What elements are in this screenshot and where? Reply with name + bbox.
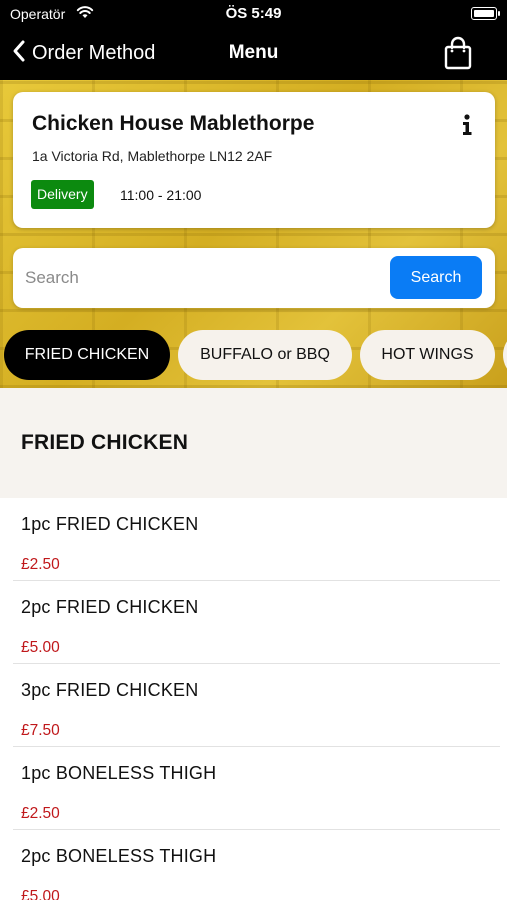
- section-title: FRIED CHICKEN: [21, 431, 189, 454]
- category-tab-fried-chicken[interactable]: FRIED CHICKEN: [4, 330, 170, 380]
- category-tab-buffalo-or-bbq[interactable]: BUFFALO or BBQ: [178, 330, 352, 380]
- restaurant-address: 1a Victoria Rd, Mablethorpe LN12 2AF: [32, 148, 273, 164]
- menu-item-price: £5.00: [21, 639, 60, 656]
- chevron-left-icon: [12, 39, 26, 68]
- status-bar: Operatör ÖS 5:49: [0, 0, 507, 28]
- category-tab-hot-wings[interactable]: HOT WINGS: [360, 330, 495, 380]
- menu-item[interactable]: 3pc FRIED CHICKEN £7.50: [0, 664, 507, 747]
- shopping-bag-icon: [443, 36, 473, 74]
- search-input[interactable]: [25, 262, 385, 294]
- menu-item-name: 1pc BONELESS THIGH: [21, 763, 217, 783]
- back-button[interactable]: Order Method: [12, 39, 155, 68]
- delivery-badge: Delivery: [31, 180, 94, 209]
- menu-item-price: £5.00: [21, 888, 60, 900]
- search-button[interactable]: Search: [390, 256, 482, 299]
- clock: ÖS 5:49: [225, 5, 282, 22]
- category-tabs: FRIED CHICKEN BUFFALO or BBQ HOT WINGS: [0, 330, 507, 380]
- battery-icon: [471, 7, 500, 20]
- cart-button[interactable]: [443, 36, 473, 75]
- menu-item[interactable]: 1pc FRIED CHICKEN £2.50: [0, 498, 507, 581]
- menu-item-name: 2pc BONELESS THIGH: [21, 846, 217, 866]
- search-bar: Search: [13, 248, 495, 308]
- menu-item-price: £7.50: [21, 722, 60, 739]
- navigation-bar: Order Method Menu: [0, 28, 507, 80]
- menu-item-price: £2.50: [21, 556, 60, 573]
- restaurant-card: Chicken House Mablethorpe 1a Victoria Rd…: [13, 92, 495, 228]
- menu-item[interactable]: 1pc BONELESS THIGH £2.50: [0, 747, 507, 830]
- section-header: FRIED CHICKEN: [0, 388, 507, 498]
- menu-item[interactable]: 2pc FRIED CHICKEN £5.00: [0, 581, 507, 664]
- category-tab-more[interactable]: [503, 330, 507, 380]
- menu-item-name: 2pc FRIED CHICKEN: [21, 597, 199, 617]
- menu-item-name: 3pc FRIED CHICKEN: [21, 680, 199, 700]
- menu-item-price: £2.50: [21, 805, 60, 822]
- restaurant-name: Chicken House Mablethorpe: [32, 112, 315, 135]
- info-icon[interactable]: [461, 114, 473, 136]
- menu-item-name: 1pc FRIED CHICKEN: [21, 514, 199, 534]
- menu-list: 1pc FRIED CHICKEN £2.50 2pc FRIED CHICKE…: [0, 498, 507, 900]
- menu-item[interactable]: 2pc BONELESS THIGH £5.00: [0, 830, 507, 900]
- back-label: Order Method: [32, 42, 156, 64]
- opening-hours: 11:00 - 21:00: [120, 187, 202, 203]
